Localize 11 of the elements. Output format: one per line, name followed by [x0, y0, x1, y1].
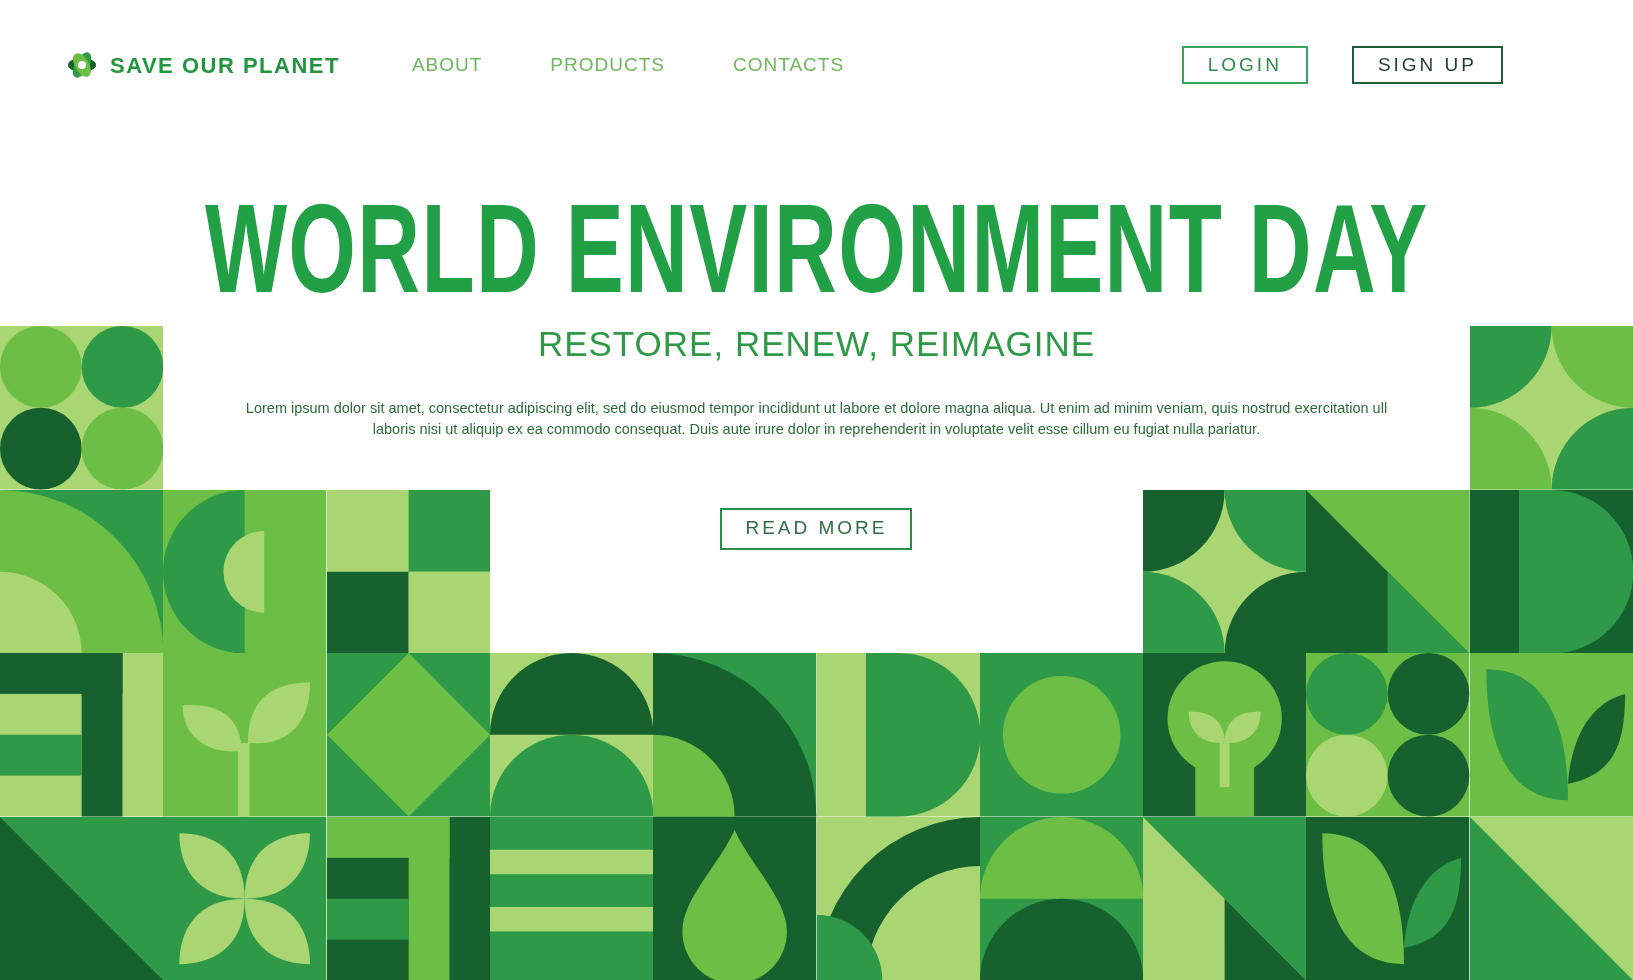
brand-name: SAVE OUR PLANET [110, 51, 340, 80]
nav-link[interactable]: ABOUT [411, 50, 483, 80]
hero-description: Lorem ipsum dolor sit amet, consectetur adipiscing elit, sed do eiusmod tempor incididunt ut labore et dolore magna aliqua. Ut enim ad minim veniam, quis nostrud exercitation ull laboris nisi ut aliquip ex ea commodo consequat. Duis aute irure dolor in reprehenderit in voluptate velit esse cillum eu fugiat nulla pariatur. [244, 399, 1389, 439]
read-more-button[interactable]: READ MORE [720, 507, 913, 550]
hero-subtitle: RESTORE, RENEW, REIMAGINE [537, 326, 1096, 361]
auth-button[interactable]: SIGN UP [1351, 46, 1503, 84]
flower-logo-icon [66, 49, 98, 81]
nav-link[interactable]: PRODUCTS [550, 50, 665, 80]
nav-link[interactable]: CONTACTS [732, 50, 845, 80]
hero-title: WORLD ENVIRONMENT DAY [204, 186, 1429, 312]
auth-button[interactable]: LOGIN [1181, 46, 1308, 84]
